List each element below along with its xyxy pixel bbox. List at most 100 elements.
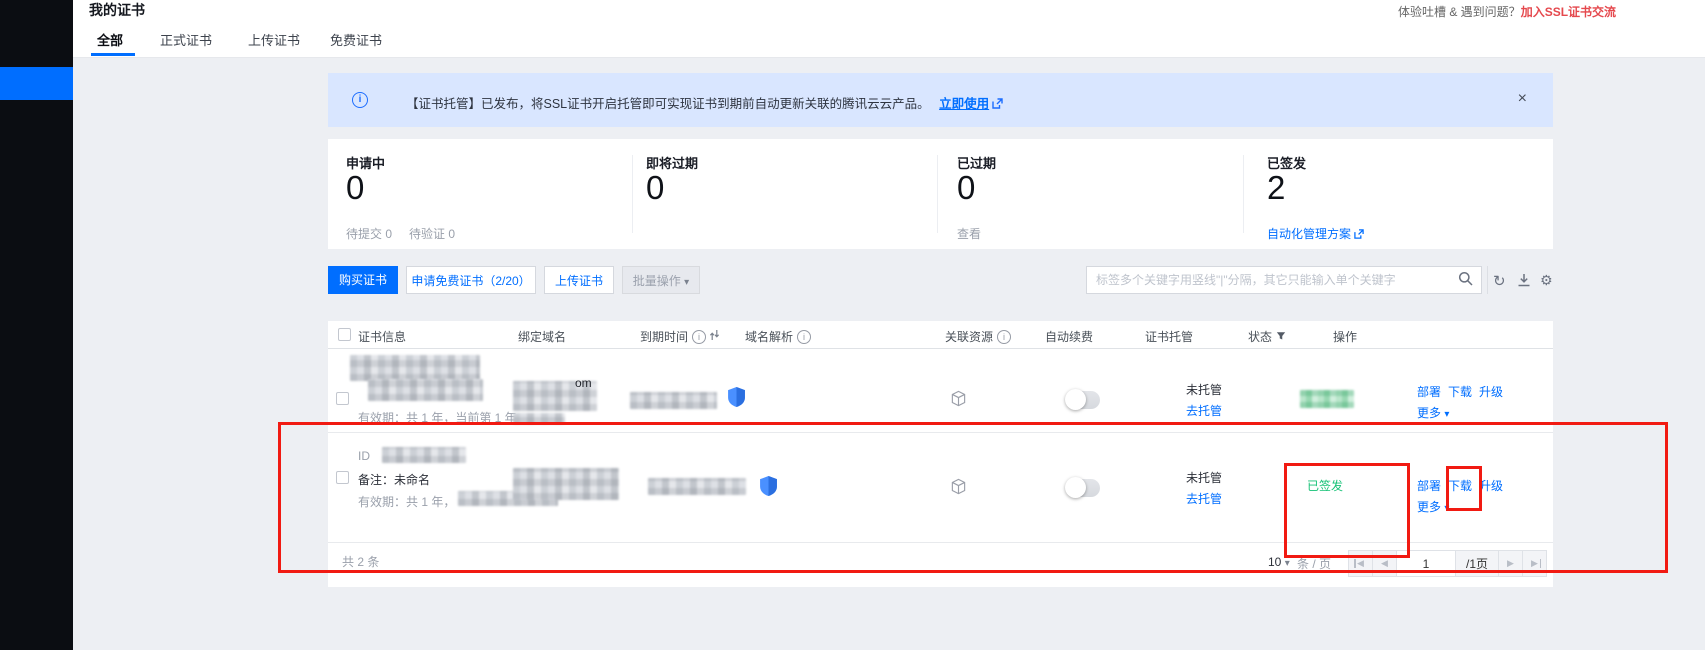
ssl-console-screen: 我的证书 体验吐槽 & 遇到问题？加入SSL证书交流 全部 正式证书 上传证书 …	[0, 0, 1705, 650]
tab-formal-cert[interactable]: 正式证书	[160, 30, 212, 49]
stat-issued-value: 2	[1267, 169, 1285, 207]
redacted-cert-id	[382, 447, 466, 463]
banner-message: 【证书托管】已发布，将SSL证书开启托管即可实现证书到期前自动更新关联的腾讯云云…	[406, 93, 1003, 112]
status-badge: 已签发	[1307, 477, 1343, 494]
search-icon[interactable]	[1458, 271, 1473, 289]
feedback-link[interactable]: 加入SSL证书交流	[1521, 5, 1616, 19]
certificate-table: 证书信息 绑定域名 到期时间 i 域名解析 i 关联资源 i 自动续费 证书托管…	[328, 321, 1553, 587]
stat-pending-verify[interactable]: 待验证 0	[409, 225, 455, 242]
auto-renew-toggle[interactable]	[1066, 479, 1100, 497]
col-status: 状态	[1248, 328, 1286, 345]
validity-text: 有效期：共 1 年，当前第 1 年	[358, 409, 517, 426]
upgrade-link[interactable]: 升级	[1479, 477, 1503, 494]
hosting-action-link[interactable]: 去托管	[1186, 402, 1222, 419]
stat-expired-value: 0	[957, 169, 975, 207]
dns-shield-icon	[760, 476, 777, 499]
info-icon: i	[352, 92, 368, 108]
redacted-cert-name	[350, 355, 480, 381]
select-all-checkbox[interactable]	[338, 328, 351, 341]
current-page-input[interactable]	[1397, 551, 1456, 576]
page-count: /1页	[1456, 551, 1499, 576]
hosting-notice-banner: i 【证书托管】已发布，将SSL证书开启托管即可实现证书到期前自动更新关联的腾讯…	[328, 73, 1553, 127]
feedback-text: 体验吐槽 & 遇到问题？加入SSL证书交流	[1398, 3, 1616, 20]
refresh-icon[interactable]: ↻	[1493, 272, 1506, 290]
external-link-icon	[992, 98, 1003, 112]
tab-all[interactable]: 全部	[97, 30, 123, 49]
page-title: 我的证书	[89, 0, 145, 20]
more-link[interactable]: 更多 ▾	[1417, 498, 1449, 515]
redacted-domain	[513, 468, 619, 500]
left-sidebar[interactable]	[0, 0, 73, 650]
download-icon[interactable]	[1517, 273, 1531, 290]
resource-cube-icon	[950, 390, 967, 410]
stat-expiring-value: 0	[646, 169, 664, 207]
batch-action-button[interactable]: 批量操作 ▾	[622, 266, 700, 294]
redacted-expiry-date	[648, 478, 746, 495]
redacted-status	[1300, 390, 1354, 408]
pager: ◀ ◀ /1页 ▶ ▶	[1348, 550, 1547, 577]
chevron-down-icon: ▾	[684, 277, 689, 288]
col-auto-renewal: 自动续费	[1045, 328, 1093, 345]
deploy-link[interactable]: 部署	[1417, 383, 1441, 400]
tab-upload-cert[interactable]: 上传证书	[248, 30, 300, 49]
col-expiry: 到期时间 i	[640, 328, 719, 345]
buy-cert-button[interactable]: 购买证书	[328, 266, 398, 294]
chevron-down-icon: ▾	[1285, 558, 1290, 569]
redacted-domain-2	[513, 413, 565, 424]
remark-text: 备注：未命名	[358, 471, 430, 488]
col-cert-info: 证书信息	[358, 328, 406, 345]
table-header-row	[328, 321, 1553, 349]
sort-icon[interactable]	[710, 329, 719, 344]
row-checkbox[interactable]	[336, 392, 349, 405]
upload-cert-button[interactable]: 上传证书	[544, 266, 614, 294]
info-icon[interactable]: i	[692, 330, 706, 344]
prev-page-button[interactable]: ◀	[1373, 551, 1397, 576]
stat-issued-automation-link[interactable]: 自动化管理方案	[1267, 225, 1364, 242]
stat-expired-view-link[interactable]: 查看	[957, 225, 981, 242]
hosting-state: 未托管	[1186, 381, 1222, 398]
chevron-down-icon: ▾	[1444, 503, 1449, 514]
info-icon[interactable]: i	[797, 330, 811, 344]
gear-icon[interactable]: ⚙	[1540, 272, 1553, 289]
stat-applying-value: 0	[346, 169, 364, 207]
page-size-select[interactable]: 10 ▾	[1268, 555, 1290, 569]
first-page-button[interactable]: ◀	[1349, 551, 1373, 576]
download-link[interactable]: 下载	[1448, 383, 1472, 400]
next-page-button[interactable]: ▶	[1499, 551, 1523, 576]
dns-shield-icon	[728, 387, 745, 410]
col-actions: 操作	[1333, 328, 1357, 345]
deploy-link[interactable]: 部署	[1417, 477, 1441, 494]
upgrade-link[interactable]: 升级	[1479, 383, 1503, 400]
more-link[interactable]: 更多 ▾	[1417, 404, 1449, 421]
col-resources: 关联资源 i	[945, 328, 1011, 345]
banner-close-icon[interactable]: ×	[1518, 90, 1527, 108]
toolbar-divider	[1487, 266, 1488, 294]
auto-renew-toggle[interactable]	[1066, 391, 1100, 409]
row-divider	[328, 432, 1553, 433]
search-input[interactable]	[1086, 266, 1482, 294]
info-icon[interactable]: i	[997, 330, 1011, 344]
stats-card: 申请中 0 待提交 0 待验证 0 即将过期 0 已过期 0 查看 已签发 2 …	[328, 139, 1553, 249]
filter-icon[interactable]	[1276, 330, 1286, 344]
validity-text: 有效期：共 1 年，	[358, 493, 455, 510]
page-size-unit: 条 / 页	[1297, 555, 1331, 572]
hosting-action-link[interactable]: 去托管	[1186, 490, 1222, 507]
row-checkbox[interactable]	[336, 471, 349, 484]
apply-free-cert-button[interactable]: 申请免费证书（2/20）	[406, 266, 536, 294]
feedback-prefix: 体验吐槽 & 遇到问题？	[1398, 5, 1521, 19]
sidebar-active-item[interactable]	[0, 67, 73, 100]
tab-free-cert[interactable]: 免费证书	[330, 30, 382, 49]
active-tab-underline	[91, 53, 135, 56]
last-page-button[interactable]: ▶	[1523, 551, 1546, 576]
resource-cube-icon	[950, 478, 967, 498]
col-hosting: 证书托管	[1145, 328, 1193, 345]
download-link[interactable]: 下载	[1448, 477, 1472, 494]
redacted-expiry-date	[630, 392, 717, 409]
col-domain: 绑定域名	[518, 328, 566, 345]
pagination-divider	[328, 542, 1553, 543]
stat-pending-submit[interactable]: 待提交 0	[346, 225, 392, 242]
id-label: ID	[358, 449, 370, 463]
col-dns: 域名解析 i	[745, 328, 811, 345]
use-now-link[interactable]: 立即使用	[939, 97, 989, 111]
chevron-down-icon: ▾	[1444, 409, 1449, 420]
